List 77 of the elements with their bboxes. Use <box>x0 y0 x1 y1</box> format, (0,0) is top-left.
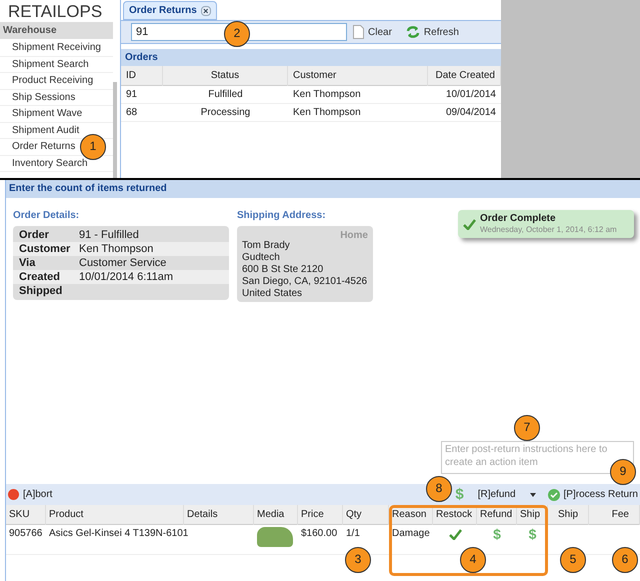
table-cell-text: Fulfilled <box>207 88 244 102</box>
process-return-button[interactable]: [P]rocess Return <box>548 487 638 502</box>
column-header[interactable]: Reason <box>389 505 433 525</box>
clear-button[interactable]: Clear <box>353 24 392 40</box>
table-cell-text: 10/01/2014 <box>444 88 497 102</box>
close-icon[interactable]: × <box>200 6 211 16</box>
column-header[interactable]: ID <box>121 66 163 86</box>
column-header[interactable]: Product <box>46 505 184 525</box>
section-title: Shipping Address: <box>237 209 327 223</box>
tab[interactable]: Order Returns × <box>123 1 217 20</box>
field-value: 91 - Fulfilled <box>79 228 139 242</box>
table-cell: Asics Gel-Kinsei 4 T139N-6101 <box>49 528 188 539</box>
sidebar-item[interactable]: Shipment Receiving <box>0 40 113 56</box>
table-cell-text: 91 <box>125 88 138 102</box>
field-label: Created <box>19 270 61 284</box>
address-tag: Home <box>340 228 368 243</box>
address-line: San Diego, CA, 92101-4526 <box>242 276 368 288</box>
dollar-icon: $ <box>455 486 464 502</box>
callout-marker: 8 <box>426 476 452 502</box>
callout-marker: 9 <box>610 459 636 485</box>
field-label: Shipped <box>19 284 64 298</box>
table-cell-text: Ken Thompson <box>292 106 362 120</box>
address-line: Gudtech <box>242 252 281 264</box>
address-line: 600 B St Ste 2120 <box>242 264 324 276</box>
dollar-icon: $ <box>493 527 501 554</box>
table-cell: Damage <box>392 528 430 539</box>
callout-marker: 7 <box>514 415 540 441</box>
column-header[interactable]: Fee <box>589 505 640 525</box>
grid-title: Orders <box>121 49 501 66</box>
toast-time: Wednesday, October 1, 2014, 6:12 am <box>480 224 617 235</box>
sidebar-item[interactable]: Shipment Wave <box>0 106 113 122</box>
column-header[interactable]: Media <box>254 505 298 525</box>
panel-title: Enter the count of items returned <box>6 180 640 198</box>
dollar-icon: $ <box>528 527 536 554</box>
field-label: Order <box>19 228 50 242</box>
column-header[interactable]: Customer <box>288 66 428 86</box>
column-header[interactable]: Qty <box>343 505 389 525</box>
callout-marker: 1 <box>80 134 106 160</box>
column-header[interactable]: Status <box>163 66 288 86</box>
column-header[interactable]: Price <box>298 505 343 525</box>
column-header[interactable]: Ship <box>517 505 548 525</box>
refresh-icon <box>406 26 420 38</box>
column-header[interactable]: SKU <box>6 505 46 525</box>
field-value: Customer Service <box>79 256 166 270</box>
logo-text: RETAILOPS <box>8 2 102 22</box>
shoe-image-placeholder <box>257 527 293 547</box>
field-value: 10/01/2014 6:11am <box>79 270 173 284</box>
sidebar-header: Warehouse <box>0 22 113 39</box>
sidebar-item[interactable]: Product Receiving <box>0 73 113 90</box>
check-icon <box>463 218 476 230</box>
section-title: Order Details: <box>13 209 80 223</box>
caret-icon <box>530 492 536 496</box>
document-icon <box>353 25 364 39</box>
address-line: Tom Brady <box>242 240 291 252</box>
check-circle-icon <box>548 488 560 500</box>
field-label: Via <box>19 256 36 270</box>
column-header[interactable]: Ship <box>548 505 589 525</box>
field-label: Customer <box>19 242 72 256</box>
column-header[interactable]: Restock <box>433 505 477 525</box>
table-cell-text: 68 <box>125 106 138 120</box>
abort-button[interactable]: [A]bort <box>8 487 52 502</box>
toast-title: Order Complete <box>480 213 557 224</box>
address-line: United States <box>242 288 304 300</box>
field-value: Ken Thompson <box>79 242 154 256</box>
table-cell: 1/1 <box>346 528 360 539</box>
sidebar-item[interactable]: Ship Sessions <box>0 90 113 106</box>
table-cell: 905766 <box>9 528 42 539</box>
table-cell: $160.00 <box>301 528 338 539</box>
sidebar-item[interactable]: Shipment Search <box>0 56 113 73</box>
table-cell-text: 09/04/2014 <box>444 106 497 120</box>
refund-dropdown[interactable]: [R]efund <box>478 487 536 502</box>
stop-icon <box>8 489 19 500</box>
refresh-button[interactable]: Refresh <box>406 24 459 40</box>
column-header[interactable]: Refund <box>477 505 517 525</box>
table-cell-text: Processing <box>200 106 252 120</box>
column-header[interactable]: Details <box>184 505 254 525</box>
table-cell-text: Ken Thompson <box>292 88 362 102</box>
